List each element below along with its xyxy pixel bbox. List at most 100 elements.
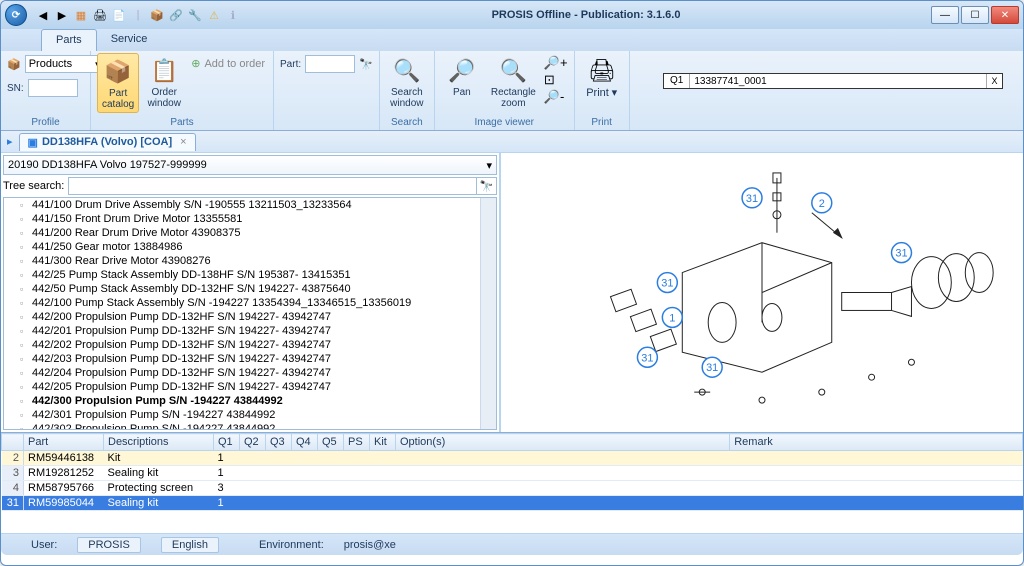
print-button[interactable]: 🖨 Print ▾	[581, 53, 623, 101]
tree-item[interactable]: 442/301 Propulsion Pump S/N -194227 4384…	[4, 408, 496, 422]
parts-tree[interactable]: 441/100 Drum Drive Assembly S/N -190555 …	[3, 197, 497, 430]
sn-input[interactable]	[28, 79, 78, 97]
document-tab-title: DD138HFA (Volvo) [COA]	[42, 136, 172, 148]
tree-item[interactable]: 442/300 Propulsion Pump S/N -194227 4384…	[4, 394, 496, 408]
grid-header[interactable]: Q5	[318, 434, 344, 451]
status-language[interactable]: English	[161, 537, 219, 553]
sn-label: SN:	[7, 83, 24, 94]
qat-back-icon[interactable]: ◀	[35, 7, 51, 23]
part-search-input[interactable]	[305, 55, 355, 73]
expand-icon[interactable]: ▸	[7, 135, 13, 148]
tree-item[interactable]: 442/100 Pump Stack Assembly S/N -194227 …	[4, 296, 496, 310]
q1-clear-button[interactable]: X	[986, 74, 1002, 88]
group-part-search: Part: 🔭	[274, 51, 380, 130]
pan-icon: 🔎	[446, 55, 478, 87]
grid-header[interactable]: Part	[24, 434, 104, 451]
maximize-button[interactable]: ☐	[961, 6, 989, 24]
window-title: PROSIS Offline - Publication: 3.1.6.0	[241, 9, 931, 21]
tree-search-input[interactable]	[68, 177, 477, 195]
tree-item[interactable]: 441/300 Rear Drive Motor 43908276	[4, 254, 496, 268]
pan-button[interactable]: 🔎 Pan	[441, 53, 483, 100]
model-dropdown[interactable]: 20190 DD138HFA Volvo 197527-999999 ▾	[3, 155, 497, 175]
minimize-button[interactable]: —	[931, 6, 959, 24]
tree-item[interactable]: 442/203 Propulsion Pump DD-132HF S/N 194…	[4, 352, 496, 366]
qat-warn-icon[interactable]: ⚠	[206, 7, 222, 23]
grid-header[interactable]: Kit	[370, 434, 396, 451]
svg-text:1: 1	[669, 312, 675, 324]
grid-header[interactable]: Q3	[266, 434, 292, 451]
table-row[interactable]: 31RM59985044Sealing kit1	[2, 496, 1023, 511]
group-image-label: Image viewer	[441, 116, 568, 128]
binoculars-icon[interactable]: 🔭	[359, 58, 373, 71]
qat-link-icon[interactable]: 🔗	[168, 7, 184, 23]
tree-item[interactable]: 442/50 Pump Stack Assembly DD-132HF S/N …	[4, 282, 496, 296]
exploded-diagram: 312313131311	[501, 153, 1023, 432]
part-catalog-button[interactable]: 📦 Part catalog	[97, 53, 139, 113]
tree-item[interactable]: 441/200 Rear Drum Drive Motor 43908375	[4, 226, 496, 240]
qat-page-icon[interactable]: ▦	[73, 7, 89, 23]
app-icon[interactable]: ⟳	[5, 4, 27, 26]
status-bar: User: PROSIS English Environment: prosis…	[1, 533, 1023, 555]
zoom-fit-icon[interactable]: ⊡	[544, 72, 568, 88]
grid-header[interactable]: Q1	[214, 434, 240, 451]
qat-info-icon[interactable]: ℹ	[225, 7, 241, 23]
plus-icon: ⊕	[191, 57, 200, 70]
order-window-button[interactable]: 📋 Order window	[143, 53, 185, 111]
svg-text:2: 2	[819, 198, 825, 210]
cube-icon: ▣	[28, 136, 38, 149]
tree-item[interactable]: 442/302 Propulsion Pump S/N -194227 4384…	[4, 422, 496, 430]
grid-header[interactable]: Q2	[240, 434, 266, 451]
grid-header[interactable]: PS	[344, 434, 370, 451]
tree-search-button[interactable]: 🔭	[477, 177, 497, 195]
image-viewer-pane[interactable]: 312313131311	[501, 153, 1023, 432]
zoom-in-icon[interactable]: 🔎+	[544, 55, 568, 71]
tree-item[interactable]: 442/200 Propulsion Pump DD-132HF S/N 194…	[4, 310, 496, 324]
tree-item[interactable]: 442/202 Propulsion Pump DD-132HF S/N 194…	[4, 338, 496, 352]
qat-tool-icon[interactable]: 🔧	[187, 7, 203, 23]
group-profile: 📦 Products▾ SN: Profile	[1, 51, 91, 130]
grid-header[interactable]: Remark	[730, 434, 1023, 451]
rect-zoom-icon: 🔍	[497, 55, 529, 87]
table-row[interactable]: 2RM59446138Kit1	[2, 451, 1023, 466]
close-tab-icon[interactable]: ×	[180, 136, 186, 148]
grid-header[interactable]	[2, 434, 24, 451]
svg-text:31: 31	[895, 248, 907, 260]
part-label: Part:	[280, 59, 301, 70]
ribbon: 📦 Products▾ SN: Profile 📦 Part catalog 📋…	[1, 51, 1023, 131]
tree-scrollbar[interactable]	[480, 198, 496, 429]
tree-item[interactable]: 441/100 Drum Drive Assembly S/N -190555 …	[4, 198, 496, 212]
table-row[interactable]: 3RM19281252Sealing kit1	[2, 466, 1023, 481]
group-search-label: Search	[386, 116, 428, 128]
qat-fwd-icon[interactable]: ▶	[54, 7, 70, 23]
qat-print-icon[interactable]: 🖨	[92, 7, 108, 23]
box-icon: 📦	[102, 56, 134, 88]
grid-header[interactable]: Q4	[292, 434, 318, 451]
tree-item[interactable]: 442/25 Pump Stack Assembly DD-138HF S/N …	[4, 268, 496, 282]
grid-header[interactable]: Option(s)	[396, 434, 730, 451]
tree-item[interactable]: 442/205 Propulsion Pump DD-132HF S/N 194…	[4, 380, 496, 394]
status-user-label: User:	[31, 539, 57, 551]
search-window-button[interactable]: 🔍 Search window	[386, 53, 428, 111]
svg-text:31: 31	[661, 278, 673, 290]
list-icon: 📋	[148, 55, 180, 87]
tree-pane: 20190 DD138HFA Volvo 197527-999999 ▾ Tre…	[1, 153, 501, 432]
tree-item[interactable]: 442/201 Propulsion Pump DD-132HF S/N 194…	[4, 324, 496, 338]
qat-box-icon[interactable]: 📦	[149, 7, 165, 23]
tree-item[interactable]: 441/150 Front Drum Drive Motor 13355581	[4, 212, 496, 226]
q1-value-input[interactable]	[690, 74, 986, 88]
svg-text:31: 31	[706, 362, 718, 374]
tab-parts[interactable]: Parts	[41, 29, 97, 51]
close-button[interactable]: ✕	[991, 6, 1019, 24]
tab-service[interactable]: Service	[97, 29, 162, 51]
rectangle-zoom-button[interactable]: 🔍 Rectangle zoom	[487, 53, 540, 111]
parts-grid[interactable]: PartDescriptionsQ1Q2Q3Q4Q5PSKitOption(s)…	[1, 433, 1023, 533]
document-tab[interactable]: ▣ DD138HFA (Volvo) [COA] ×	[19, 133, 196, 151]
group-profile-label: Profile	[7, 116, 84, 128]
add-to-order-button[interactable]: ⊕ Add to order	[191, 57, 265, 70]
zoom-out-icon[interactable]: 🔎-	[544, 89, 568, 105]
grid-header[interactable]: Descriptions	[104, 434, 214, 451]
qat-notes-icon[interactable]: 📄	[111, 7, 127, 23]
table-row[interactable]: 4RM58795766Protecting screen3	[2, 481, 1023, 496]
tree-item[interactable]: 441/250 Gear motor 13884986	[4, 240, 496, 254]
tree-item[interactable]: 442/204 Propulsion Pump DD-132HF S/N 194…	[4, 366, 496, 380]
